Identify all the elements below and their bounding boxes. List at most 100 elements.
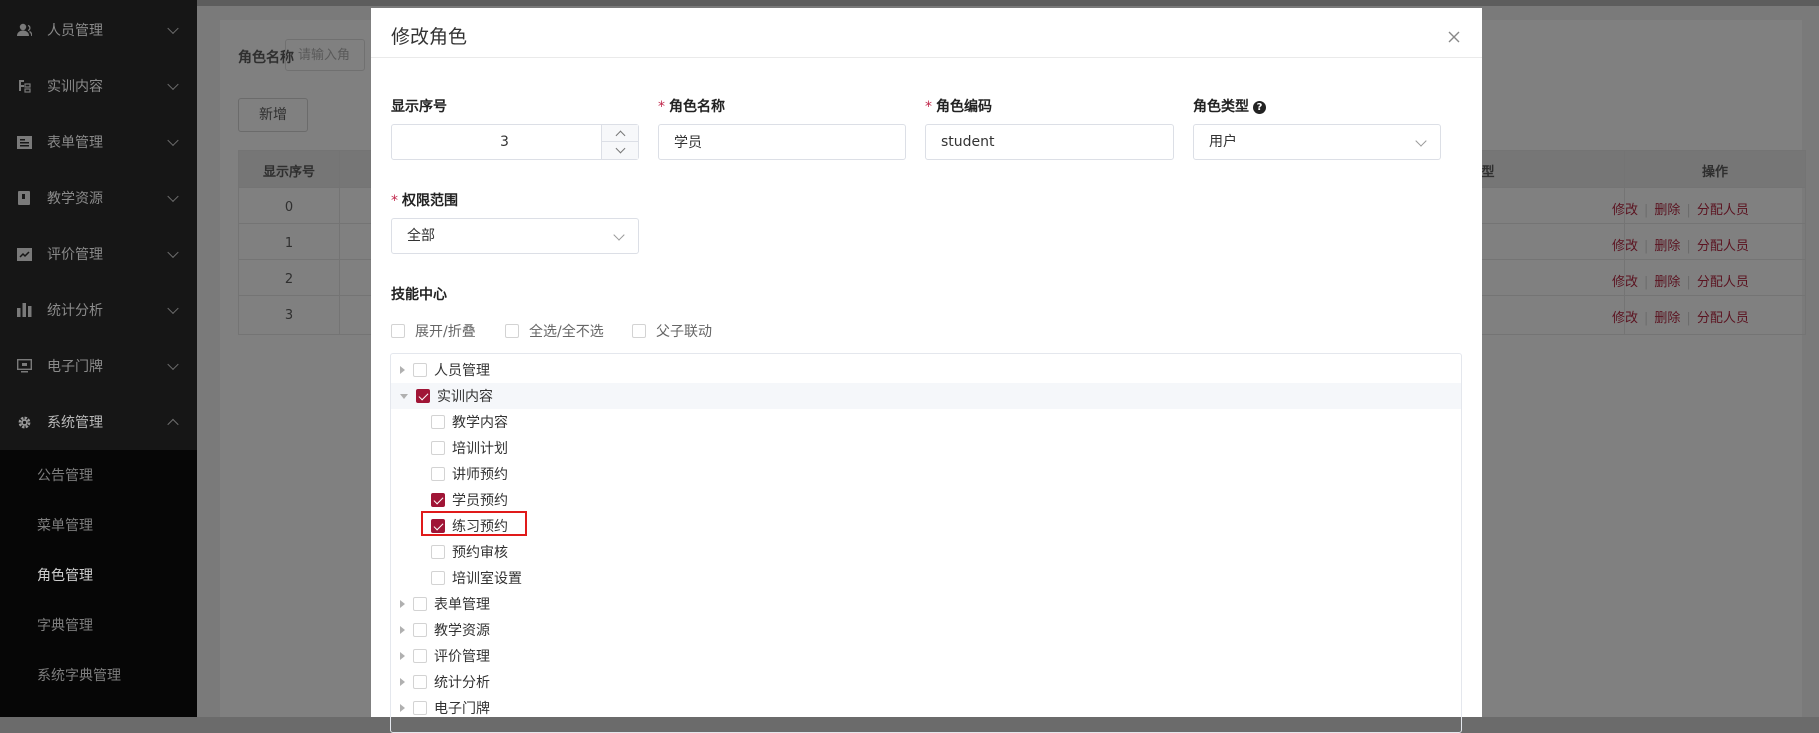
chevron-down-icon: [167, 246, 179, 259]
role-code-input[interactable]: [926, 125, 1173, 159]
caret-right-icon[interactable]: [400, 678, 405, 686]
checkbox-checked[interactable]: [416, 389, 430, 403]
scope-select[interactable]: 全部: [391, 218, 639, 254]
tree-node[interactable]: 人员管理: [391, 357, 1461, 383]
sidebar: 人员管理 实训内容 表单管理 教学资源 评价管理 统计分析 电子门牌 系统管理 …: [0, 0, 197, 717]
submenu-item-announcements[interactable]: 公告管理: [37, 466, 93, 486]
sidebar-item-label: 实训内容: [47, 79, 103, 95]
sidebar-item-training[interactable]: 实训内容: [0, 58, 197, 114]
decrement-button[interactable]: [602, 142, 638, 159]
edit-link[interactable]: 修改: [1612, 275, 1638, 290]
checkbox-checked[interactable]: [431, 493, 445, 507]
tree-node[interactable]: 预约审核: [391, 539, 1461, 565]
role-name-field[interactable]: [658, 124, 906, 160]
increment-button[interactable]: [602, 125, 638, 142]
tree-node[interactable]: 讲师预约: [391, 461, 1461, 487]
question-circle-icon[interactable]: ?: [1253, 101, 1266, 114]
submenu-item-menus[interactable]: 菜单管理: [37, 516, 93, 536]
delete-link[interactable]: 删除: [1654, 311, 1680, 326]
sidebar-item-door-sign[interactable]: 电子门牌: [0, 338, 197, 394]
sidebar-item-label: 统计分析: [47, 303, 103, 319]
chevron-up-icon: [167, 418, 179, 431]
tree-node[interactable]: 教学资源: [391, 617, 1461, 643]
expand-collapse-option[interactable]: 展开/折叠: [391, 321, 476, 341]
role-name-input[interactable]: [659, 125, 905, 159]
table-row-actions: 修改 | 删除 | 分配人员: [1612, 275, 1749, 290]
sidebar-item-forms[interactable]: 表单管理: [0, 114, 197, 170]
delete-link[interactable]: 删除: [1654, 275, 1680, 290]
tree-node[interactable]: 培训计划: [391, 435, 1461, 461]
assign-users-link[interactable]: 分配人员: [1697, 275, 1749, 290]
caret-right-icon[interactable]: [400, 652, 405, 660]
submenu-item-dictionary[interactable]: 字典管理: [37, 616, 93, 636]
sidebar-item-label: 人员管理: [47, 23, 103, 39]
tree-node[interactable]: 实训内容: [391, 383, 1461, 409]
tree-node[interactable]: 练习预约: [391, 513, 1461, 539]
checkbox[interactable]: [431, 571, 445, 585]
chevron-down-icon: [167, 78, 179, 91]
tree-node[interactable]: 学员预约: [391, 487, 1461, 513]
tree-node[interactable]: 表单管理: [391, 591, 1461, 617]
order-label: 显示序号: [391, 99, 447, 115]
monitor-icon: [16, 358, 32, 374]
assign-users-link[interactable]: 分配人员: [1697, 239, 1749, 254]
tree-node[interactable]: 培训室设置: [391, 565, 1461, 591]
role-name-search-input[interactable]: 请输入角: [285, 39, 365, 71]
edit-link[interactable]: 修改: [1612, 203, 1638, 218]
assign-users-link[interactable]: 分配人员: [1697, 311, 1749, 326]
submenu-item-roles[interactable]: 角色管理: [37, 566, 93, 586]
permission-tree: 人员管理 实训内容 教学内容 培训计划 讲师预约 学员预约 练习预约 预约审核 …: [390, 353, 1462, 733]
checkbox[interactable]: [431, 545, 445, 559]
tree-node[interactable]: 评价管理: [391, 643, 1461, 669]
role-type-label: 角色类型?: [1193, 96, 1266, 116]
checkbox[interactable]: [431, 415, 445, 429]
checkbox[interactable]: [413, 701, 427, 715]
checkbox[interactable]: [413, 675, 427, 689]
sidebar-item-personnel[interactable]: 人员管理: [0, 2, 197, 58]
role-code-field[interactable]: [925, 124, 1174, 160]
table-header-order: 显示序号: [262, 165, 315, 180]
checkbox[interactable]: [505, 324, 519, 338]
top-bar: [197, 0, 1819, 6]
table-cell-order: 1: [284, 236, 294, 251]
role-type-value: 用户: [1209, 134, 1237, 150]
evaluation-icon: [16, 246, 32, 262]
edit-link[interactable]: 修改: [1612, 311, 1638, 326]
chevron-down-icon: [167, 302, 179, 315]
sidebar-item-statistics[interactable]: 统计分析: [0, 282, 197, 338]
caret-right-icon[interactable]: [400, 600, 405, 608]
edit-link[interactable]: 修改: [1612, 239, 1638, 254]
chevron-down-icon: [1415, 135, 1427, 147]
checkbox[interactable]: [431, 467, 445, 481]
caret-right-icon[interactable]: [400, 626, 405, 634]
tree-node[interactable]: 电子门牌: [391, 695, 1461, 721]
sidebar-item-system[interactable]: 系统管理: [0, 394, 197, 450]
chevron-down-icon: [167, 134, 179, 147]
checkbox[interactable]: [413, 649, 427, 663]
sidebar-item-evaluation[interactable]: 评价管理: [0, 226, 197, 282]
tree-node[interactable]: 教学内容: [391, 409, 1461, 435]
submenu-item-system-dictionary[interactable]: 系统字典管理: [37, 666, 121, 686]
checkbox[interactable]: [413, 597, 427, 611]
caret-right-icon[interactable]: [400, 366, 405, 374]
checkbox[interactable]: [431, 441, 445, 455]
caret-down-icon[interactable]: [400, 393, 408, 399]
sidebar-item-resources[interactable]: 教学资源: [0, 170, 197, 226]
checkbox[interactable]: [391, 324, 405, 338]
order-stepper[interactable]: [391, 124, 639, 160]
select-all-option[interactable]: 全选/全不选: [505, 321, 604, 341]
delete-link[interactable]: 删除: [1654, 239, 1680, 254]
caret-right-icon[interactable]: [400, 704, 405, 712]
tree-node[interactable]: 统计分析: [391, 669, 1461, 695]
delete-link[interactable]: 删除: [1654, 203, 1680, 218]
sidebar-item-label: 评价管理: [47, 247, 103, 263]
checkbox[interactable]: [413, 363, 427, 377]
parent-child-link-option[interactable]: 父子联动: [632, 321, 712, 341]
assign-users-link[interactable]: 分配人员: [1697, 203, 1749, 218]
checkbox[interactable]: [413, 623, 427, 637]
close-icon[interactable]: [1447, 30, 1461, 44]
column-divider: [339, 151, 340, 334]
checkbox[interactable]: [632, 324, 646, 338]
role-type-select[interactable]: 用户: [1193, 124, 1441, 160]
add-button[interactable]: 新增: [238, 98, 308, 132]
